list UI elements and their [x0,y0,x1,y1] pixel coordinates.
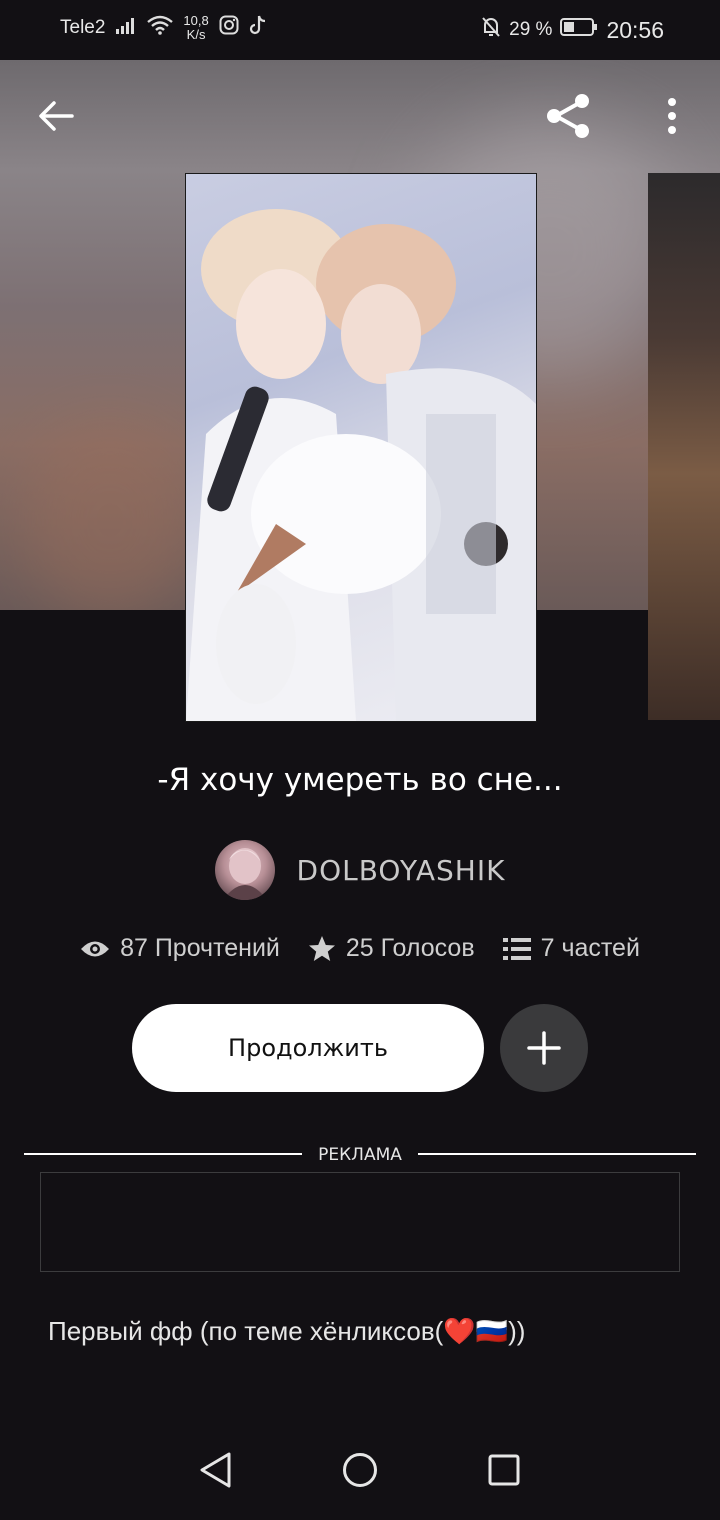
ad-divider: РЕКЛАМА [24,1142,696,1166]
battery-icon [560,17,598,43]
network-speed: 10,8 K/s [183,13,209,42]
story-stats: 87 Прочтений 25 Голосов 7 частей [0,934,720,963]
system-navigation-bar [0,1420,720,1520]
share-button[interactable] [540,88,596,144]
list-icon [502,937,531,960]
reads-stat: 87 Прочтений [80,934,280,963]
battery-percent: 29 % [509,19,553,40]
avatar[interactable] [214,840,275,900]
tiktok-icon [249,15,267,41]
eye-icon [81,941,110,956]
nav-home-button[interactable] [340,1450,380,1490]
share-icon [547,94,589,138]
more-options-button[interactable] [644,88,700,144]
star-icon [308,935,335,961]
story-title: -Я хочу умереть во сне... [157,762,563,798]
reads-count: 87 Прочтений [120,934,280,962]
more-vertical-icon [668,98,676,134]
votes-count: 25 Голосов [345,934,475,962]
triangle-back-icon [200,1452,231,1488]
instagram-icon [219,15,239,41]
story-description: Первый фф (по теме хёнликсов(❤️🇷🇺)) [48,1316,526,1346]
author-name[interactable]: DOLBOYASHIK [297,854,506,887]
wifi-icon [147,15,174,41]
status-bar: Tele2 10,8 K/s 29 % 20:56 [0,0,720,60]
parts-count: 7 частей [540,934,640,962]
parts-stat: 7 частей [502,934,640,963]
plus-icon [527,1031,561,1065]
signal-icon [115,16,137,40]
circle-home-icon [343,1453,377,1487]
back-arrow-icon [39,101,74,131]
back-button[interactable] [28,88,84,144]
author-row[interactable]: DOLBOYASHIK [0,840,720,900]
story-cover-image[interactable] [185,173,537,722]
nav-back-button[interactable] [196,1450,236,1490]
votes-stat: 25 Голосов [308,934,475,963]
clock: 20:56 [606,16,664,43]
continue-reading-button[interactable]: Продолжить [132,1004,484,1092]
ad-label: РЕКЛАМА [318,1145,402,1165]
carrier-label: Tele2 [60,17,106,38]
square-recents-icon [488,1454,520,1486]
add-to-library-button[interactable] [500,1004,588,1092]
mute-bell-icon [481,16,501,44]
next-story-cover[interactable] [648,173,720,720]
ad-banner[interactable] [40,1172,680,1272]
nav-recents-button[interactable] [484,1450,524,1490]
